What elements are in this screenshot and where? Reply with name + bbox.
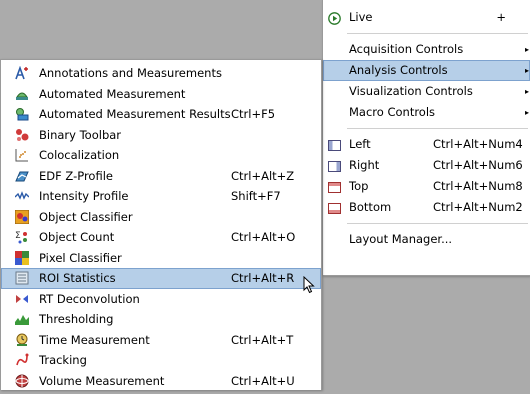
- menu-item-layout-left[interactable]: Left Ctrl+Alt+Num4: [323, 134, 530, 155]
- menu-item-binary-toolbar[interactable]: Binary Toolbar: [1, 125, 321, 146]
- menu-item-label: Automated Measurement Results: [39, 107, 231, 121]
- menu-item-volume-measurement[interactable]: Volume Measurement Ctrl+Alt+U: [1, 371, 321, 392]
- measurement-results-icon: [15, 107, 29, 121]
- menu-item-label: RT Deconvolution: [39, 291, 140, 306]
- submenu-arrow-icon: ▸: [524, 87, 529, 96]
- analysis-controls-submenu: Annotations and Measurements Automated M…: [0, 59, 322, 390]
- menu-item-object-classifier[interactable]: Object Classifier: [1, 207, 321, 228]
- menu-item-object-count[interactable]: Σ Object Count Ctrl+Alt+O: [1, 227, 321, 248]
- menu-item-edf-z-profile[interactable]: EDF Z-Profile Ctrl+Alt+Z: [1, 166, 321, 187]
- menu-item-label: EDF Z-Profile: [39, 168, 113, 183]
- menu-item-shortcut: Ctrl+Alt+Num6: [433, 158, 523, 172]
- menu-item-shortcut: Ctrl+Alt+O: [231, 230, 296, 244]
- menu-item-label: Pixel Classifier: [39, 250, 122, 265]
- menu-item-layout-manager[interactable]: Layout Manager...: [323, 229, 530, 250]
- view-menu: Live + Acquisition Controls ▸ Analysis C…: [322, 0, 530, 276]
- object-count-icon: Σ: [15, 230, 29, 244]
- play-circle-icon: [328, 11, 341, 25]
- intensity-profile-icon: [14, 189, 30, 203]
- menu-item-layout-top[interactable]: Top Ctrl+Alt+Num8: [323, 176, 530, 197]
- dock-right-icon: [328, 159, 341, 172]
- menu-item-label: Right: [349, 158, 380, 172]
- menu-item-label: Colocalization: [39, 148, 120, 162]
- menu-item-label: Left: [349, 137, 371, 151]
- menu-item-label: Top: [349, 179, 369, 193]
- submenu-arrow-icon: ▸: [524, 45, 529, 54]
- pixel-classifier-icon: [15, 250, 29, 265]
- menu-item-label: Analysis Controls: [349, 63, 448, 77]
- menu-item-colocalization[interactable]: Colocalization: [1, 145, 321, 166]
- roi-statistics-icon: [15, 271, 29, 285]
- menu-item-label: Automated Measurement: [39, 86, 186, 101]
- svg-text:Σ: Σ: [15, 231, 21, 241]
- menu-item-label: Volume Measurement: [39, 373, 165, 388]
- menu-item-shortcut: Ctrl+Alt+Num4: [433, 137, 523, 151]
- object-classifier-icon: [14, 209, 30, 224]
- rt-deconvolution-icon: [15, 292, 29, 306]
- menu-item-label: ROI Statistics: [39, 271, 116, 285]
- menu-item-thresholding[interactable]: Thresholding: [1, 309, 321, 330]
- time-measurement-icon: [15, 333, 29, 347]
- menu-item-tracking[interactable]: Tracking: [1, 350, 321, 371]
- menu-item-shortcut: Ctrl+Alt+T: [231, 332, 294, 347]
- menu-item-label: Intensity Profile: [39, 189, 129, 203]
- menu-separator: [347, 33, 528, 34]
- menu-item-label: Annotations and Measurements: [39, 66, 222, 80]
- menu-item-label: Live: [349, 10, 373, 24]
- menu-item-layout-right[interactable]: Right Ctrl+Alt+Num6: [323, 155, 530, 176]
- binary-toolbar-icon: [15, 128, 29, 142]
- menu-item-roi-statistics[interactable]: ROI Statistics Ctrl+Alt+R: [1, 268, 321, 289]
- menu-item-label: Layout Manager...: [349, 232, 453, 246]
- dock-bottom-icon: [328, 201, 341, 214]
- menu-item-macro-controls[interactable]: Macro Controls ▸: [323, 102, 530, 123]
- menu-item-label: Visualization Controls: [349, 84, 473, 98]
- menu-item-shortcut: Ctrl+Alt+U: [231, 373, 295, 388]
- menu-item-shortcut: Ctrl+Alt+Num8: [433, 179, 523, 193]
- menu-item-label: Macro Controls: [349, 105, 436, 119]
- menu-item-label: Thresholding: [39, 312, 114, 326]
- menu-separator: [347, 128, 528, 129]
- automated-measurement-icon: [15, 87, 29, 101]
- menu-item-label: Acquisition Controls: [349, 42, 464, 56]
- menu-item-intensity-profile[interactable]: Intensity Profile Shift+F7: [1, 186, 321, 207]
- menu-item-live[interactable]: Live +: [323, 7, 530, 28]
- menu-item-shortcut: Shift+F7: [231, 189, 281, 203]
- menu-item-label: Bottom: [349, 200, 392, 214]
- thresholding-icon: [15, 312, 29, 326]
- menu-separator: [347, 223, 528, 224]
- menu-item-label: Binary Toolbar: [39, 127, 122, 142]
- menu-item-visualization-controls[interactable]: Visualization Controls ▸: [323, 81, 530, 102]
- dock-left-icon: [328, 138, 341, 151]
- menu-item-label: Tracking: [39, 353, 87, 367]
- menu-item-shortcut: Ctrl+Alt+R: [231, 271, 295, 285]
- menu-item-acquisition-controls[interactable]: Acquisition Controls ▸: [323, 39, 530, 60]
- dock-top-icon: [328, 180, 341, 193]
- menu-item-analysis-controls[interactable]: Analysis Controls ▸: [323, 60, 530, 81]
- volume-measurement-icon: [15, 374, 29, 388]
- expand-plus-icon: +: [496, 10, 506, 24]
- menu-item-layout-bottom[interactable]: Bottom Ctrl+Alt+Num2: [323, 197, 530, 218]
- submenu-arrow-icon: ▸: [524, 66, 529, 75]
- submenu-arrow-icon: ▸: [524, 108, 529, 117]
- menu-item-rt-deconvolution[interactable]: RT Deconvolution: [1, 289, 321, 310]
- menu-item-shortcut: Ctrl+F5: [231, 107, 276, 121]
- mouse-pointer-icon: [303, 276, 315, 294]
- colocalization-icon: [15, 148, 29, 162]
- edf-z-profile-icon: [15, 169, 29, 183]
- menu-item-label: Object Count: [39, 230, 115, 244]
- menu-item-label: Time Measurement: [39, 332, 150, 347]
- menu-item-shortcut: Ctrl+Alt+Num2: [433, 200, 523, 214]
- menu-item-label: Object Classifier: [39, 209, 133, 224]
- menu-item-automated-measurement-results[interactable]: Automated Measurement Results Ctrl+F5: [1, 104, 321, 125]
- menu-item-annotations-and-measurements[interactable]: Annotations and Measurements: [1, 63, 321, 84]
- tracking-icon: [15, 353, 29, 367]
- menu-item-automated-measurement[interactable]: Automated Measurement: [1, 84, 321, 105]
- annotation-star-icon: [15, 65, 29, 80]
- menu-item-shortcut: Ctrl+Alt+Z: [231, 168, 295, 183]
- menu-item-pixel-classifier[interactable]: Pixel Classifier: [1, 248, 321, 269]
- menu-item-time-measurement[interactable]: Time Measurement Ctrl+Alt+T: [1, 330, 321, 351]
